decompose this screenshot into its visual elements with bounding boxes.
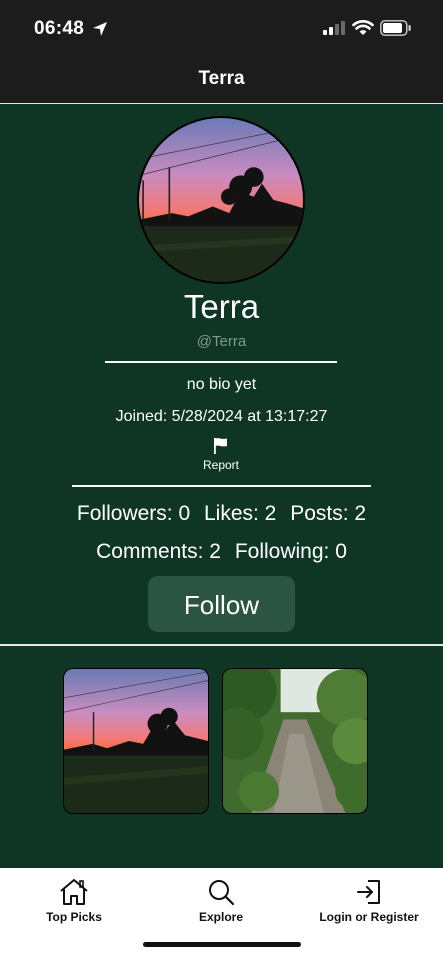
followers-count[interactable]: Followers: 0 [77, 502, 190, 525]
joined-date: Joined: 5/28/2024 at 13:17:27 [115, 408, 328, 425]
following-count[interactable]: Following: 0 [235, 540, 347, 563]
post-thumbnail[interactable] [63, 668, 209, 814]
status-bar: 06:48 [0, 0, 443, 58]
home-icon [60, 879, 88, 905]
location-arrow-icon [93, 22, 107, 36]
comments-count: Comments: 2 [96, 540, 221, 563]
login-icon [357, 880, 380, 904]
page-title: Terra [198, 68, 245, 89]
display-name: Terra [183, 288, 260, 325]
avatar[interactable] [137, 116, 305, 284]
post-thumbnail[interactable] [222, 668, 368, 814]
tab-bar: Top Picks Explore Login or Register [0, 868, 443, 959]
tab-label: Login or Register [319, 910, 419, 924]
report-label: Report [202, 458, 240, 472]
stats-row: Followers: 0 Likes: 2 Posts: 2 [0, 502, 443, 526]
battery-icon [380, 20, 411, 36]
profile-header: Terra @Terra no bio yet Joined: 5/28/202… [0, 104, 443, 644]
posts-count: Posts: 2 [290, 502, 367, 525]
tab-login-register[interactable]: Login or Register [312, 868, 426, 930]
follow-button[interactable]: Follow [148, 576, 295, 632]
username-handle: @Terra [196, 333, 247, 350]
sunset-field-image [64, 669, 208, 813]
posts-grid [0, 646, 443, 868]
report-button[interactable]: Report [191, 437, 251, 479]
tab-label: Explore [198, 910, 243, 924]
clock: 06:48 [34, 18, 85, 39]
likes-count: Likes: 2 [203, 502, 277, 525]
divider [72, 485, 371, 487]
forest-path-image [223, 669, 367, 813]
bio-text: no bio yet [186, 376, 257, 393]
tab-label: Top Picks [46, 910, 102, 924]
search-icon [209, 880, 235, 906]
stats-row: Comments: 2 Following: 0 [0, 540, 443, 564]
navigation-bar: Terra [0, 58, 443, 104]
home-indicator[interactable] [143, 942, 301, 947]
wifi-icon [352, 20, 374, 35]
divider [105, 361, 337, 363]
cellular-signal-icon [323, 21, 345, 35]
tab-top-picks[interactable]: Top Picks [28, 868, 120, 930]
tab-explore[interactable]: Explore [175, 868, 267, 930]
sunset-field-image [139, 118, 303, 282]
flag-icon [214, 438, 227, 454]
